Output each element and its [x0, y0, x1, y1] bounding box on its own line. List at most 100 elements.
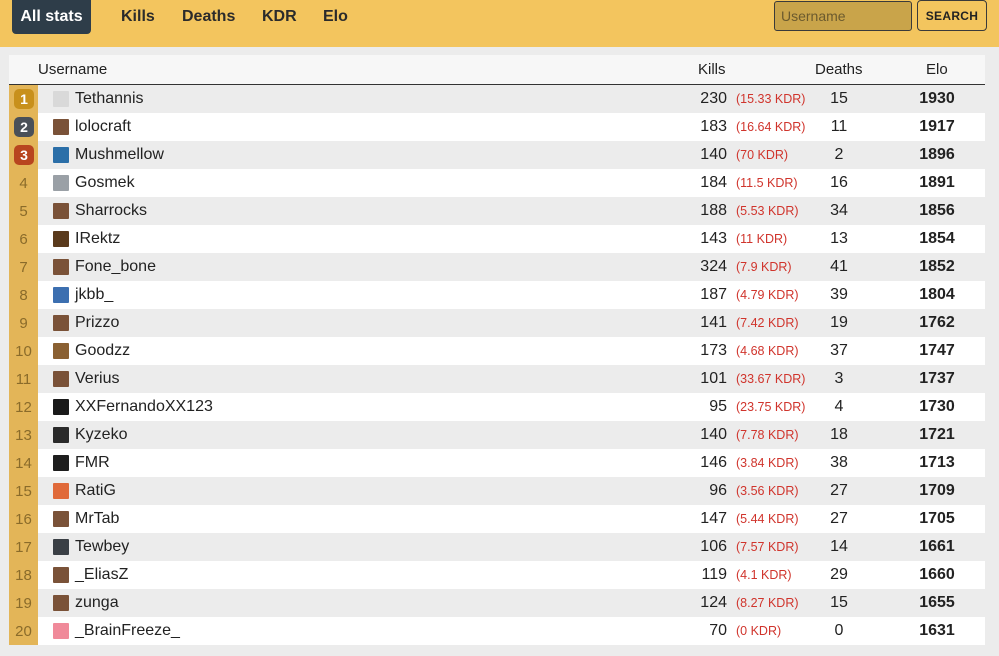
deaths-cell: 34 — [830, 202, 848, 219]
deaths-cell: 19 — [830, 314, 848, 331]
deaths-cell: 27 — [830, 482, 848, 499]
rank-cell: 4 — [9, 169, 38, 197]
deaths-cell: 41 — [830, 258, 848, 275]
rank-medal-badge: 3 — [14, 145, 34, 165]
top-navbar: All stats Kills Deaths KDR Elo SEARCH — [0, 0, 999, 47]
player-username-link[interactable]: Tewbey — [75, 538, 129, 556]
rank-cell: 9 — [9, 309, 38, 337]
kdr-ratio-label: (5.53 KDR) — [736, 204, 799, 218]
kills-cell: 188 — [700, 202, 727, 219]
rank-cell: 8 — [9, 281, 38, 309]
kdr-ratio-label: (4.79 KDR) — [736, 288, 799, 302]
kills-cell: 106 — [700, 538, 727, 555]
player-username-link[interactable]: lolocraft — [75, 118, 131, 136]
rank-medal-badge: 2 — [14, 117, 34, 137]
tab-kdr[interactable]: KDR — [262, 0, 297, 34]
rank-cell: 7 — [9, 253, 38, 281]
player-username-link[interactable]: zunga — [75, 594, 119, 612]
deaths-cell: 27 — [830, 510, 848, 527]
player-username-link[interactable]: FMR — [75, 454, 110, 472]
table-row: 5 Sharrocks 188 (5.53 KDR) 34 1856 — [9, 197, 985, 225]
kdr-ratio-label: (8.27 KDR) — [736, 596, 799, 610]
elo-cell: 1891 — [919, 174, 955, 191]
deaths-cell: 38 — [830, 454, 848, 471]
player-avatar-icon — [53, 399, 69, 415]
rank-cell: 5 — [9, 197, 38, 225]
player-avatar-icon — [53, 315, 69, 331]
kills-cell: 143 — [700, 230, 727, 247]
kills-cell: 101 — [700, 370, 727, 387]
tab-kills[interactable]: Kills — [121, 0, 155, 34]
player-username-link[interactable]: MrTab — [75, 510, 119, 528]
table-row: 6 IRektz 143 (11 KDR) 13 1854 — [9, 225, 985, 253]
deaths-cell: 18 — [830, 426, 848, 443]
player-avatar-icon — [53, 343, 69, 359]
elo-cell: 1705 — [919, 510, 955, 527]
kdr-ratio-label: (5.44 KDR) — [736, 512, 799, 526]
kills-cell: 230 — [700, 90, 727, 107]
kdr-ratio-label: (4.68 KDR) — [736, 344, 799, 358]
player-username-link[interactable]: jkbb_ — [75, 286, 113, 304]
player-username-link[interactable]: Prizzo — [75, 314, 119, 332]
elo-cell: 1930 — [919, 90, 955, 107]
table-row: 7 Fone_bone 324 (7.9 KDR) 41 1852 — [9, 253, 985, 281]
player-username-link[interactable]: Kyzeko — [75, 426, 127, 444]
deaths-cell: 11 — [830, 118, 848, 135]
kills-cell: 140 — [700, 146, 727, 163]
player-username-link[interactable]: Goodzz — [75, 342, 130, 360]
kdr-ratio-label: (4.1 KDR) — [736, 568, 792, 582]
search-button[interactable]: SEARCH — [917, 0, 987, 31]
kills-cell: 147 — [700, 510, 727, 527]
player-username-link[interactable]: XXFernandoXX123 — [75, 398, 213, 416]
rank-cell: 1 — [9, 85, 38, 113]
kills-cell: 146 — [700, 454, 727, 471]
rank-cell: 15 — [9, 477, 38, 505]
table-body: 1 Tethannis 230 (15.33 KDR) 15 1930 2 lolocraft… — [9, 85, 985, 645]
player-avatar-icon — [53, 287, 69, 303]
player-avatar-icon — [53, 567, 69, 583]
kills-cell: 124 — [700, 594, 727, 611]
rank-cell: 2 — [9, 113, 38, 141]
player-avatar-icon — [53, 511, 69, 527]
player-avatar-icon — [53, 259, 69, 275]
username-search-input[interactable] — [774, 1, 912, 31]
player-username-link[interactable]: _BrainFreeze_ — [75, 622, 180, 640]
player-username-link[interactable]: Mushmellow — [75, 146, 164, 164]
player-username-link[interactable]: Gosmek — [75, 174, 135, 192]
kdr-ratio-label: (15.33 KDR) — [736, 92, 806, 106]
player-username-link[interactable]: RatiG — [75, 482, 116, 500]
elo-cell: 1856 — [919, 202, 955, 219]
elo-cell: 1631 — [919, 622, 955, 639]
tab-elo[interactable]: Elo — [323, 0, 348, 34]
column-header-username: Username — [38, 61, 108, 78]
player-avatar-icon — [53, 119, 69, 135]
elo-cell: 1737 — [919, 370, 955, 387]
tab-deaths[interactable]: Deaths — [182, 0, 235, 34]
player-username-link[interactable]: Fone_bone — [75, 258, 156, 276]
player-username-link[interactable]: _EliasZ — [75, 566, 128, 584]
rank-cell: 20 — [9, 617, 38, 645]
player-username-link[interactable]: Tethannis — [75, 90, 144, 108]
elo-cell: 1804 — [919, 286, 955, 303]
deaths-cell: 13 — [830, 230, 848, 247]
elo-cell: 1854 — [919, 230, 955, 247]
deaths-cell: 39 — [830, 286, 848, 303]
player-username-link[interactable]: IRektz — [75, 230, 120, 248]
kdr-ratio-label: (70 KDR) — [736, 148, 789, 162]
table-row: 16 MrTab 147 (5.44 KDR) 27 1705 — [9, 505, 985, 533]
kills-cell: 184 — [700, 174, 727, 191]
table-row: 18 _EliasZ 119 (4.1 KDR) 29 1660 — [9, 561, 985, 589]
elo-cell: 1896 — [919, 146, 955, 163]
tab-all-stats[interactable]: All stats — [12, 0, 91, 34]
deaths-cell: 2 — [834, 146, 844, 163]
column-header-kills: Kills — [698, 61, 726, 78]
table-row: 11 Verius 101 (33.67 KDR) 3 1737 — [9, 365, 985, 393]
elo-cell: 1713 — [919, 454, 955, 471]
kdr-ratio-label: (11.5 KDR) — [736, 176, 798, 190]
rank-cell: 13 — [9, 421, 38, 449]
kdr-ratio-label: (33.67 KDR) — [736, 372, 806, 386]
table-row: 4 Gosmek 184 (11.5 KDR) 16 1891 — [9, 169, 985, 197]
player-username-link[interactable]: Verius — [75, 370, 119, 388]
table-row: 15 RatiG 96 (3.56 KDR) 27 1709 — [9, 477, 985, 505]
player-username-link[interactable]: Sharrocks — [75, 202, 147, 220]
